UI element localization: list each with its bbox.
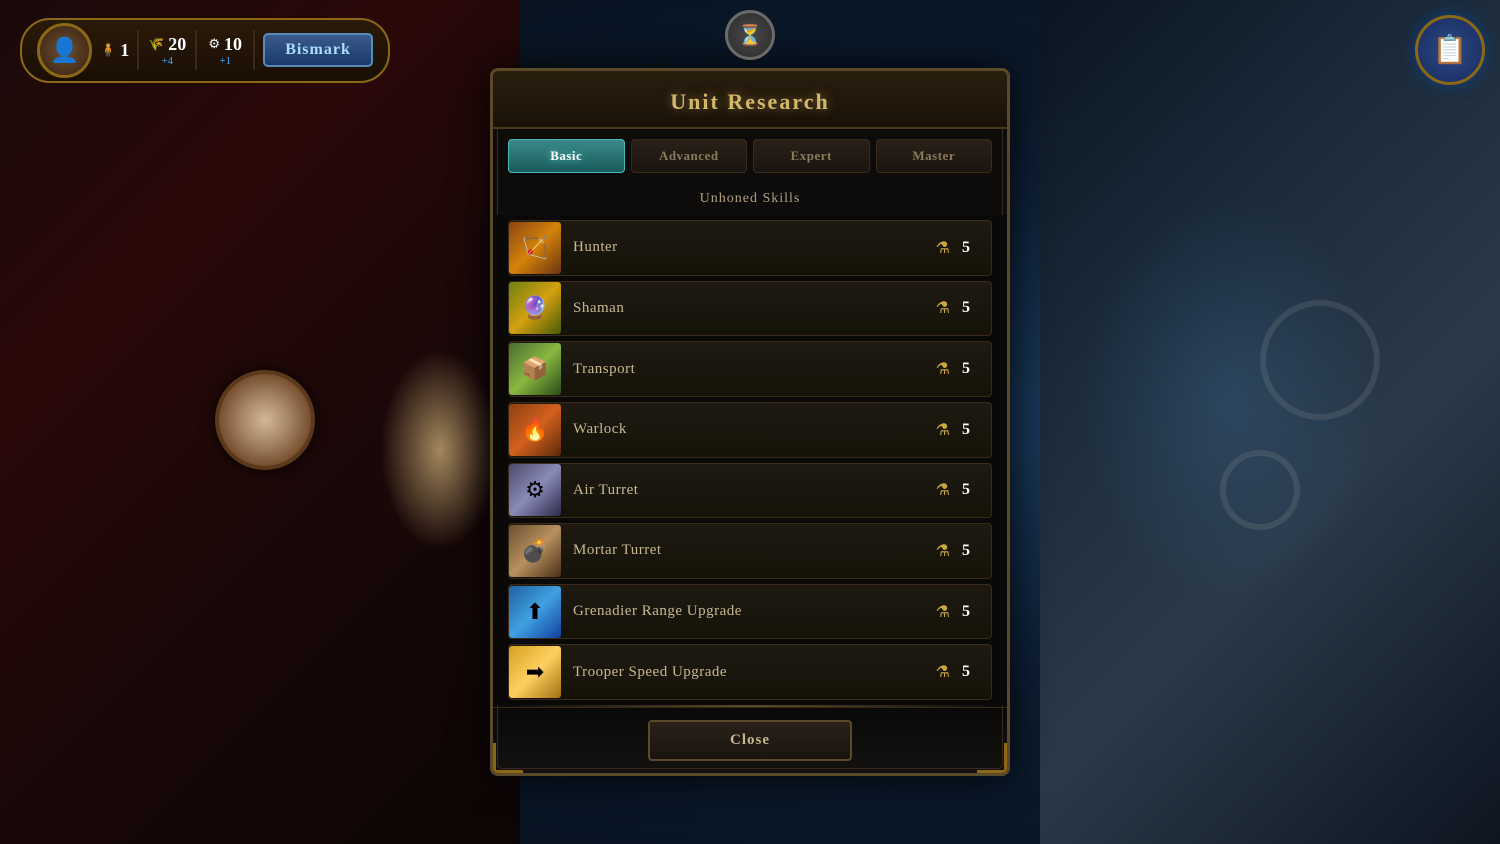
dialog-footer: Close	[493, 707, 1007, 773]
cost-icon-transport: ⚗	[936, 359, 950, 379]
gold-icon: ⚙	[208, 36, 220, 52]
skill-name-airturret: Air Turret	[561, 482, 936, 499]
tab-advanced[interactable]: Advanced	[631, 139, 748, 173]
skill-cost-shaman: 5	[956, 299, 976, 317]
skill-cost-airturret: 5	[956, 481, 976, 499]
skill-cost-hunter: 5	[956, 239, 976, 257]
cost-icon-trooper: ⚗	[936, 662, 950, 682]
cost-icon-airturret: ⚗	[936, 480, 950, 500]
light-glow-left	[380, 350, 500, 550]
grenadier-icon: ⬆	[526, 599, 544, 625]
top-center-icon: ⏳	[725, 10, 775, 60]
skill-cost-grenadier: 5	[956, 603, 976, 621]
skill-row-airturret[interactable]: ⚙ Air Turret ⚗ 5	[508, 463, 992, 519]
shaman-icon: 🔮	[521, 295, 548, 321]
tab-master[interactable]: Master	[876, 139, 993, 173]
cost-icon-hunter: ⚗	[936, 238, 950, 258]
mortarturret-icon: 💣	[521, 538, 548, 564]
close-button[interactable]: Close	[648, 720, 852, 761]
journal-icon: 📋	[1433, 33, 1468, 67]
skill-row-warlock[interactable]: 🔥 Warlock ⚗ 5	[508, 402, 992, 458]
skill-cost-mortarturret: 5	[956, 542, 976, 560]
gold-delta: +1	[219, 55, 231, 67]
skill-cost-warlock: 5	[956, 421, 976, 439]
skills-list: 🏹 Hunter ⚗ 5 🔮 Shaman ⚗ 5 📦 Transport	[493, 215, 1007, 705]
player-name: Bismark	[263, 33, 373, 67]
skill-icon-mortarturret: 💣	[509, 525, 561, 577]
food-resource: 🌾 20 +4	[147, 34, 187, 67]
skill-name-warlock: Warlock	[561, 421, 936, 438]
food-count: 20	[168, 34, 186, 55]
cost-icon-grenadier: ⚗	[936, 602, 950, 622]
food-delta: +4	[161, 55, 173, 67]
skill-cost-transport: 5	[956, 360, 976, 378]
skill-row-hunter[interactable]: 🏹 Hunter ⚗ 5	[508, 220, 992, 276]
warlock-icon: 🔥	[521, 417, 548, 443]
cost-icon-mortarturret: ⚗	[936, 541, 950, 561]
section-label: Unhoned Skills	[493, 183, 1007, 215]
skill-icon-shaman: 🔮	[509, 282, 561, 334]
tab-basic[interactable]: Basic	[508, 139, 625, 173]
gear-decor-1	[1260, 300, 1380, 420]
gold-count: 10	[224, 34, 242, 55]
transport-icon: 📦	[521, 356, 548, 382]
unit-research-dialog: Unit Research Basic Advanced Expert Mast…	[490, 68, 1010, 776]
tabs-container: Basic Advanced Expert Master	[493, 129, 1007, 183]
airturret-icon: ⚙	[525, 477, 545, 503]
skill-name-hunter: Hunter	[561, 239, 936, 256]
pop-count: 1	[120, 40, 129, 61]
skill-row-trooper[interactable]: ➡ Trooper Speed Upgrade ⚗ 5	[508, 644, 992, 700]
gold-resource: ⚙ 10 +1	[205, 34, 245, 67]
skill-row-shaman[interactable]: 🔮 Shaman ⚗ 5	[508, 281, 992, 337]
skill-icon-hunter: 🏹	[509, 222, 561, 274]
skill-row-transport[interactable]: 📦 Transport ⚗ 5	[508, 341, 992, 397]
skill-name-shaman: Shaman	[561, 300, 936, 317]
trooper-icon: ➡	[526, 659, 544, 685]
hunter-icon: 🏹	[521, 235, 548, 261]
pop-icon: 🧍	[100, 42, 116, 58]
cost-icon-warlock: ⚗	[936, 420, 950, 440]
skill-icon-trooper: ➡	[509, 646, 561, 698]
gear-decor-2	[1220, 450, 1300, 530]
food-icon: 🌾	[148, 36, 164, 52]
dialog-title: Unit Research	[513, 89, 987, 115]
gauge-decoration	[215, 370, 315, 470]
cost-icon-shaman: ⚗	[936, 298, 950, 318]
skill-icon-transport: 📦	[509, 343, 561, 395]
resource-panel: 👤 🧍 1 🌾 20 +4 ⚙ 10 +1 Bismark	[20, 18, 390, 83]
skill-name-mortarturret: Mortar Turret	[561, 542, 936, 559]
tab-expert[interactable]: Expert	[753, 139, 870, 173]
skill-row-grenadier[interactable]: ⬆ Grenadier Range Upgrade ⚗ 5	[508, 584, 992, 640]
skill-icon-grenadier: ⬆	[509, 586, 561, 638]
dialog-header: Unit Research	[493, 71, 1007, 129]
avatar: 👤	[37, 23, 92, 78]
skill-cost-trooper: 5	[956, 663, 976, 681]
skill-name-trooper: Trooper Speed Upgrade	[561, 664, 936, 681]
skill-name-grenadier: Grenadier Range Upgrade	[561, 603, 936, 620]
skill-row-mortarturret[interactable]: 💣 Mortar Turret ⚗ 5	[508, 523, 992, 579]
skill-name-transport: Transport	[561, 361, 936, 378]
scrollbar[interactable]: ▲ ▼	[1009, 215, 1010, 705]
skill-icon-airturret: ⚙	[509, 464, 561, 516]
hourglass-icon: ⏳	[738, 23, 763, 48]
top-right-button[interactable]: 📋	[1415, 15, 1485, 85]
skill-icon-warlock: 🔥	[509, 404, 561, 456]
